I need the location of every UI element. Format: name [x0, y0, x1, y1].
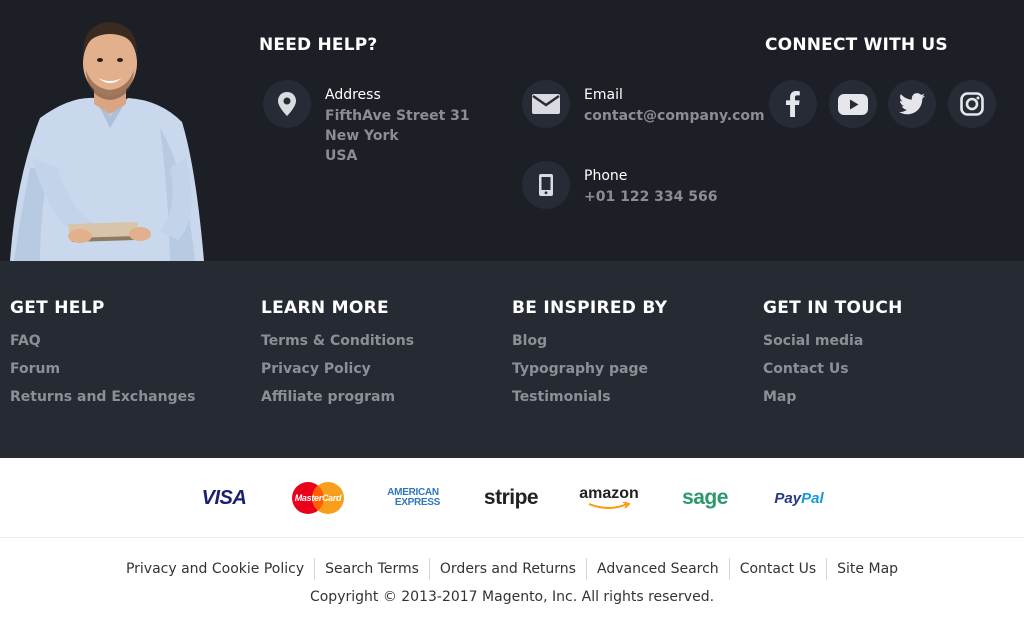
footer-link-faq[interactable]: FAQ [10, 331, 195, 359]
sage-logo: sage [678, 458, 732, 538]
column-title: GET IN TOUCH [763, 298, 903, 318]
link-orders-returns[interactable]: Orders and Returns [430, 558, 586, 580]
link-search-terms[interactable]: Search Terms [315, 558, 429, 580]
footer-link-affiliate[interactable]: Affiliate program [261, 387, 414, 415]
youtube-icon[interactable] [829, 80, 877, 128]
amazon-logo: amazon [578, 458, 640, 538]
footer-link-typography[interactable]: Typography page [512, 359, 667, 387]
address-line-1: FifthAve Street 31 [325, 108, 470, 124]
envelope-icon [522, 80, 570, 128]
footer-link-forum[interactable]: Forum [10, 359, 195, 387]
column-title: GET HELP [10, 298, 105, 318]
footer-link-map[interactable]: Map [763, 387, 903, 415]
map-marker-icon [263, 80, 311, 128]
column-title: LEARN MORE [261, 298, 389, 318]
email-label: Email [584, 87, 623, 103]
paypal-logo: Pay Pal [770, 458, 828, 538]
footer-top-band: NEED HELP? Address FifthAve Street 31 Ne… [0, 0, 1024, 261]
american-express-logo: AMERICAN EXPRESS [384, 458, 442, 538]
instagram-icon[interactable] [948, 80, 996, 128]
link-site-map[interactable]: Site Map [827, 558, 908, 580]
mobile-phone-icon [522, 161, 570, 209]
sage-text: sage [682, 486, 728, 509]
mastercard-logo: MasterCard [290, 458, 346, 538]
stripe-text: stripe [483, 486, 539, 509]
footer-column-get-help: GET HELP FAQ Forum Returns and Exchanges [10, 298, 195, 415]
stripe-logo: stripe [482, 458, 540, 538]
email-link[interactable]: contact@company.com [584, 106, 765, 126]
twitter-icon[interactable] [888, 80, 936, 128]
link-contact-us[interactable]: Contact Us [730, 558, 826, 580]
link-advanced-search[interactable]: Advanced Search [587, 558, 729, 580]
footer-column-be-inspired: BE INSPIRED BY Blog Typography page Test… [512, 298, 667, 415]
footer-link-contact-us[interactable]: Contact Us [763, 359, 903, 387]
paypal-pay-text: Pay [774, 489, 802, 507]
column-title: BE INSPIRED BY [512, 298, 668, 318]
facebook-icon[interactable] [769, 80, 817, 128]
address-label: Address [325, 87, 381, 103]
footer-links-band: GET HELP FAQ Forum Returns and Exchanges… [0, 261, 1024, 458]
link-privacy-cookie-policy[interactable]: Privacy and Cookie Policy [116, 558, 314, 580]
payment-methods-bar: VISA MasterCard AMERICAN EXPRESS stripe … [0, 458, 1024, 538]
mastercard-text: MasterCard [294, 493, 342, 503]
phone-link[interactable]: +01 122 334 566 [584, 187, 718, 207]
amazon-text: amazon [579, 485, 639, 502]
visa-text: VISA [201, 486, 247, 509]
copyright-text: Copyright © 2013-2017 Magento, Inc. All … [309, 589, 715, 605]
visa-logo: VISA [196, 458, 252, 538]
footer-link-blog[interactable]: Blog [512, 331, 667, 359]
footer-column-get-in-touch: GET IN TOUCH Social media Contact Us Map [763, 298, 903, 415]
footer-link-social-media[interactable]: Social media [763, 331, 903, 359]
footer-link-returns[interactable]: Returns and Exchanges [10, 387, 195, 415]
phone-label: Phone [584, 168, 628, 184]
amex-bottom-text: EXPRESS [394, 497, 440, 508]
paypal-pal-text: Pal [801, 489, 824, 507]
address-line-3: USA [325, 148, 358, 164]
support-person-image [10, 22, 204, 261]
footer-link-terms[interactable]: Terms & Conditions [261, 331, 414, 359]
address-line-2: New York [325, 128, 399, 144]
amazon-smile-arrow [588, 502, 631, 509]
bottom-footer-links: Privacy and Cookie Policy Search Terms Ord… [0, 558, 1024, 580]
footer-column-learn-more: LEARN MORE Terms & Conditions Privacy Po… [261, 298, 414, 415]
need-help-title: NEED HELP? [259, 35, 378, 55]
connect-with-us-title: CONNECT WITH US [765, 35, 948, 55]
footer-link-testimonials[interactable]: Testimonials [512, 387, 667, 415]
footer-link-privacy[interactable]: Privacy Policy [261, 359, 414, 387]
